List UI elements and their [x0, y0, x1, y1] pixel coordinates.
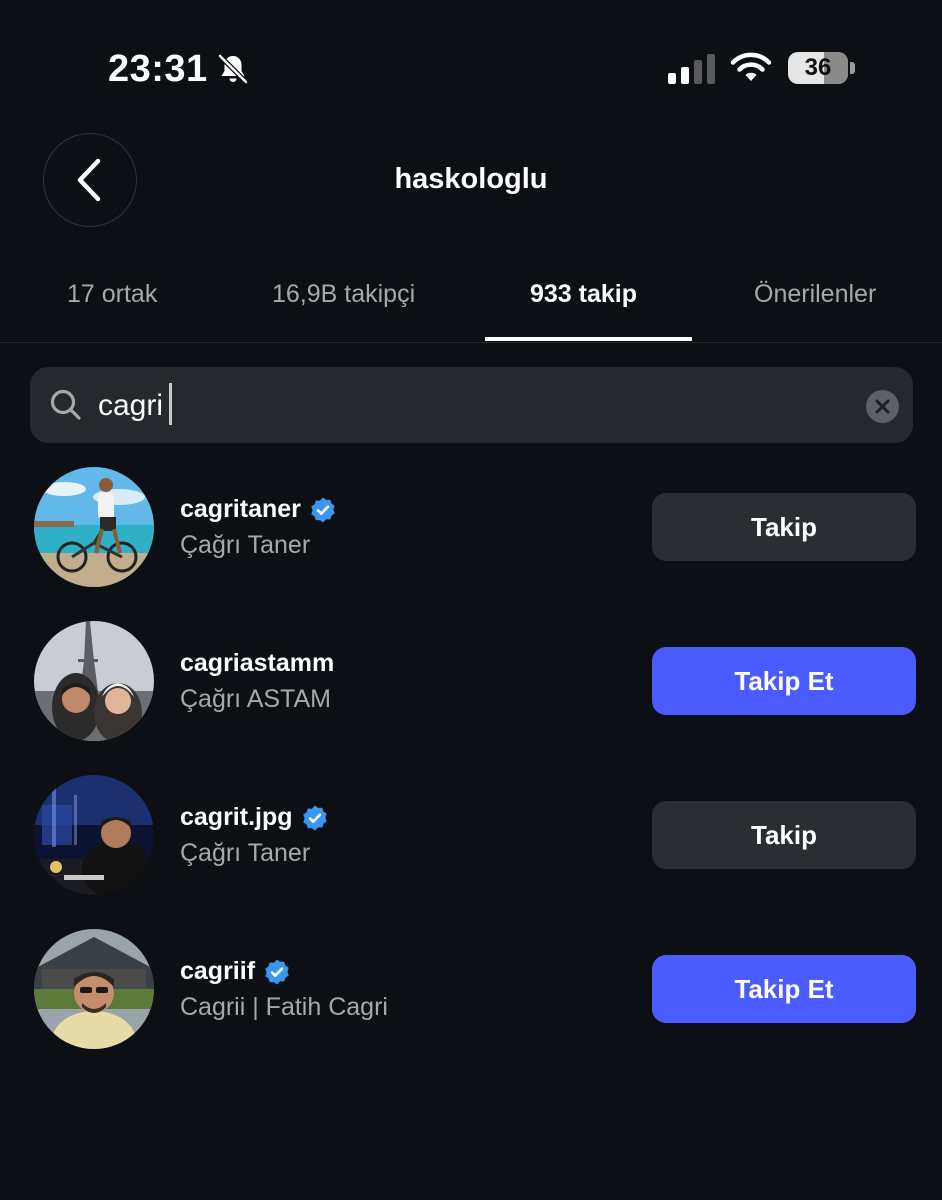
tab-followers[interactable]: 16,9B takipçi	[272, 280, 415, 309]
username-text: cagriastamm	[180, 649, 335, 677]
bell-slash-icon	[218, 54, 248, 84]
follow-button[interactable]: Takip Et	[652, 955, 916, 1023]
page-title: haskologlu	[394, 163, 548, 195]
full-name: Çağrı Taner	[180, 839, 311, 867]
list-item[interactable]: cagriastamm Çağrı ASTAM Takip Et	[0, 621, 942, 741]
avatar[interactable]	[34, 929, 154, 1049]
list-item[interactable]: cagritaner Çağrı Taner Takip	[0, 467, 942, 587]
username[interactable]: cagrit.jpg	[180, 803, 329, 832]
battery-tip	[850, 62, 855, 74]
search-icon	[50, 389, 81, 420]
list-item[interactable]: cagrit.jpg Çağrı Taner Takip	[0, 775, 942, 895]
screen: 23:31 36 haskologlu 17 ortak 16,9B takip…	[0, 0, 942, 1200]
battery-icon: 36	[788, 52, 848, 84]
tab-divider	[0, 342, 942, 343]
full-name: Çağrı Taner	[180, 531, 311, 559]
following-button[interactable]: Takip	[652, 493, 916, 561]
username[interactable]: cagriastamm	[180, 649, 334, 678]
wifi-icon	[730, 52, 772, 81]
username[interactable]: cagriif	[180, 957, 291, 986]
username-text: cagriif	[180, 957, 256, 985]
search-input[interactable]	[98, 384, 838, 428]
avatar[interactable]	[34, 621, 154, 741]
tab-following[interactable]: 933 takip	[530, 280, 637, 309]
list-item[interactable]: cagriif Cagrii | Fatih Cagri Takip Et	[0, 929, 942, 1049]
tab-suggested[interactable]: Önerilenler	[754, 280, 876, 309]
username[interactable]: cagritaner	[180, 495, 337, 524]
full-name: Çağrı ASTAM	[180, 685, 331, 713]
following-button[interactable]: Takip	[652, 801, 916, 869]
username-text: cagritaner	[180, 495, 301, 523]
text-caret	[169, 383, 172, 425]
tab-mutual[interactable]: 17 ortak	[67, 280, 157, 309]
clear-icon[interactable]	[866, 390, 899, 423]
status-time: 23:31	[108, 48, 208, 90]
tab-bar: 17 ortak 16,9B takipçi 933 takip Önerile…	[0, 270, 942, 344]
verified-badge-icon	[311, 497, 335, 522]
verified-badge-icon	[265, 959, 289, 984]
username-text: cagrit.jpg	[180, 803, 293, 831]
verified-badge-icon	[302, 805, 327, 830]
active-tab-indicator	[485, 337, 692, 341]
follow-button[interactable]: Takip Et	[652, 647, 916, 715]
signal-icon	[668, 54, 715, 84]
battery-level: 36	[804, 54, 832, 81]
avatar[interactable]	[34, 775, 154, 895]
full-name: Cagrii | Fatih Cagri	[180, 993, 388, 1021]
avatar[interactable]	[34, 467, 154, 587]
